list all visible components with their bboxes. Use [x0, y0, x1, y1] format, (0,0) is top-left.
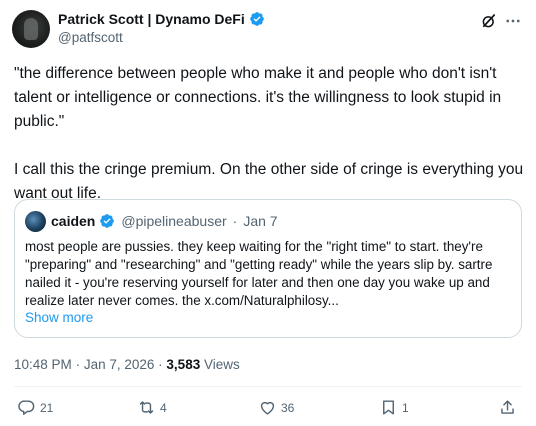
quote-header: caiden @pipelineabuser · Jan 7: [51, 213, 278, 229]
bookmark-count: 1: [402, 400, 409, 415]
like-count: 36: [281, 400, 295, 415]
divider: [14, 386, 522, 387]
meta-separator: ·: [158, 357, 163, 372]
show-more-link[interactable]: Show more: [25, 310, 93, 325]
quote-text: most people are pussies. they keep waiti…: [25, 239, 493, 308]
bookmark-icon: [383, 400, 394, 415]
post-text: "the difference between people who make …: [14, 65, 524, 202]
like-icon: [260, 401, 275, 415]
post-meta: 10:48 PM · Jan 7, 2026 · 3,583 Views: [14, 357, 240, 372]
quote-author-name[interactable]: caiden: [51, 213, 95, 229]
author-name[interactable]: Patrick Scott | Dynamo DeFi: [58, 11, 245, 27]
more-icon[interactable]: [504, 12, 522, 30]
reply-button[interactable]: 21: [17, 398, 53, 417]
action-bar: 21 4 36 1: [0, 398, 536, 422]
quote-date[interactable]: Jan 7: [243, 213, 277, 229]
post-header: Patrick Scott | Dynamo DeFi @patfscott: [12, 10, 524, 50]
verified-badge-icon: [249, 12, 264, 26]
like-button[interactable]: 36: [258, 398, 294, 417]
share-icon: [501, 400, 514, 414]
views-label: Views: [203, 357, 240, 372]
reply-count: 21: [40, 400, 54, 415]
post-time[interactable]: 10:48 PM: [14, 357, 72, 372]
repost-icon: [139, 401, 154, 414]
repost-button[interactable]: 4: [137, 398, 167, 417]
verified-badge-icon: [100, 214, 115, 228]
reply-icon: [18, 400, 35, 415]
quote-author-handle[interactable]: @pipelineabuser: [121, 213, 226, 229]
repost-count: 4: [160, 400, 167, 415]
author-name-row: Patrick Scott | Dynamo DeFi: [58, 11, 265, 27]
author-handle[interactable]: @patfscott: [58, 30, 123, 45]
author-avatar[interactable]: [12, 10, 50, 48]
share-button[interactable]: [498, 398, 517, 417]
views-count: 3,583: [166, 357, 201, 372]
grok-icon[interactable]: [480, 12, 498, 30]
quote-avatar[interactable]: [25, 211, 46, 232]
quoted-post[interactable]: caiden @pipelineabuser · Jan 7 most peop…: [14, 199, 522, 338]
bookmark-button[interactable]: 1: [379, 398, 409, 417]
quote-separator: ·: [232, 213, 238, 229]
meta-separator: ·: [75, 357, 81, 372]
post-date[interactable]: Jan 7, 2026: [84, 357, 155, 372]
